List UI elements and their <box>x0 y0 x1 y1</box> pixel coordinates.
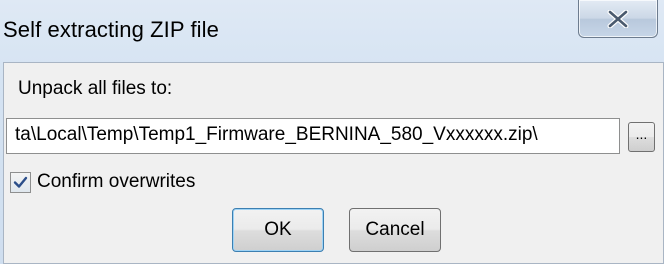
confirm-overwrites-row[interactable]: Confirm overwrites <box>10 170 195 194</box>
browse-button[interactable]: ... <box>628 122 655 152</box>
ok-button[interactable]: OK <box>232 208 324 252</box>
checkmark-icon <box>13 176 28 188</box>
destination-path-input[interactable]: ta\Local\Temp\Temp1_Firmware_BERNINA_580… <box>6 118 620 154</box>
confirm-overwrites-label: Confirm overwrites <box>37 171 196 192</box>
unpack-label: Unpack all files to: <box>18 78 173 99</box>
confirm-overwrites-checkbox[interactable] <box>10 171 31 193</box>
close-button[interactable] <box>578 0 658 38</box>
cancel-button[interactable]: Cancel <box>349 208 441 252</box>
close-icon <box>607 9 629 28</box>
dialog-window: Self extracting ZIP file Unpack all file… <box>0 0 664 264</box>
title-bar[interactable]: Self extracting ZIP file <box>0 0 664 62</box>
window-title: Self extracting ZIP file <box>3 17 219 42</box>
